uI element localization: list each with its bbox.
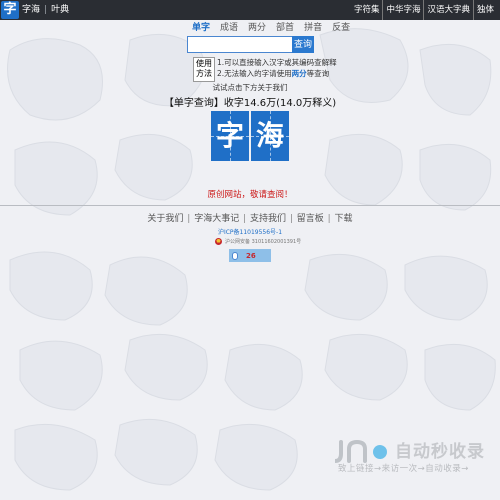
usage-box-line2: 方法	[196, 69, 212, 78]
search-button[interactable]: 查询	[292, 36, 314, 53]
big-logo-char-2-text: 海	[255, 119, 284, 152]
police-badge-icon	[215, 238, 222, 245]
top-link-zhonghua-zihai[interactable]: 中华字海	[382, 0, 423, 20]
footer-separator: |	[240, 214, 249, 224]
watermark: 自动秒收录 致上链接→来访一次→自动收录→	[335, 437, 495, 477]
headline-stats: 【单字查询】收字14.6万(14.0万释义)	[163, 98, 337, 109]
big-logo-char-1: 字	[211, 111, 249, 161]
watermark-title: 自动秒收录	[395, 442, 485, 462]
usage-method-box: 使用 方法	[193, 57, 215, 82]
usage-line-2-prefix: 2.无法输入的字请使用	[217, 69, 292, 78]
top-link-charset[interactable]: 字符集	[351, 0, 383, 20]
footer-links: 关于我们 | 字海大事记 | 支持我们 | 留言板 | 下载	[0, 211, 500, 224]
site-name-separator: |	[44, 5, 48, 15]
tab-reverse-lookup[interactable]: 反查	[327, 21, 355, 35]
usage-instructions: 1.可以直接输入汉字或其编码查解释 2.无法输入的字请使用两分等查询	[217, 57, 337, 79]
big-logo-char-1-text: 字	[215, 119, 244, 152]
big-logo-char-2: 海	[251, 111, 289, 161]
footer-divider	[0, 205, 500, 206]
tab-pinyin[interactable]: 拼音	[299, 21, 327, 35]
watermark-subtitle: 致上链接→来访一次→自动收录→	[338, 464, 469, 474]
big-logo: 字 海	[211, 111, 289, 161]
tab-radical[interactable]: 部首	[271, 21, 299, 35]
original-site-note: 原创网站，敬请查阅！	[207, 190, 293, 200]
tab-idiom[interactable]: 成语	[215, 21, 243, 35]
about-tip: 试试点击下方关于我们	[212, 83, 288, 92]
top-link-duti[interactable]: 独体	[472, 0, 497, 20]
icp-license-link[interactable]: 沪ICP备11019556号-1	[0, 227, 500, 236]
footer-link-download[interactable]: 下载	[335, 214, 353, 224]
usage-line-2-link[interactable]: 两分	[292, 69, 307, 78]
footer-link-support[interactable]: 支持我们	[250, 214, 286, 224]
site-name-link[interactable]: 字海	[22, 0, 40, 20]
usage-line-2-suffix: 等查询	[306, 69, 330, 78]
usage-box-line1: 使用	[196, 59, 212, 68]
usage-line-2: 2.无法输入的字请使用两分等查询	[217, 68, 337, 79]
counter-icon	[232, 251, 238, 260]
top-bar: 字 字海 | 叶典 字符集 中华字海 汉语大字典 独体	[0, 0, 500, 20]
top-nav-links: 字符集 中华字海 汉语大字典 独体	[351, 0, 497, 20]
tab-single-char[interactable]: 单字	[187, 21, 215, 35]
footer-link-history[interactable]: 字海大事记	[194, 214, 239, 224]
police-record[interactable]: 沪公网安备 31011602001391号	[215, 238, 301, 245]
usage-line-1: 1.可以直接输入汉字或其编码查解释	[217, 58, 337, 67]
footer-link-guestbook[interactable]: 留言板	[297, 214, 324, 224]
tab-two-parts[interactable]: 两分	[243, 21, 271, 35]
search-tabs: 单字 成语 两分 部首 拼音 反查	[187, 21, 355, 35]
site-logo-icon[interactable]: 字	[1, 1, 19, 19]
site-sub-link[interactable]: 叶典	[51, 0, 69, 20]
footer-separator: |	[287, 214, 296, 224]
site-name: 字海 | 叶典	[22, 0, 69, 20]
footer-separator: |	[184, 214, 194, 224]
search-input[interactable]	[187, 36, 293, 53]
counter-value: 26	[246, 251, 256, 260]
footer-link-about[interactable]: 关于我们	[147, 214, 183, 224]
footer-separator: |	[324, 214, 334, 224]
visit-counter[interactable]: 26	[229, 249, 271, 262]
police-record-text: 沪公网安备 31011602001391号	[225, 239, 302, 245]
top-link-hanyu-dazidian[interactable]: 汉语大字典	[423, 0, 473, 20]
